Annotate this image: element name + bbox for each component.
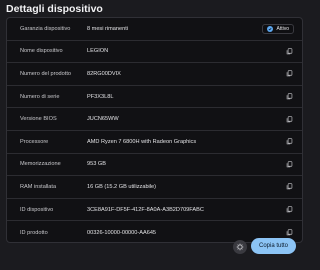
check-icon xyxy=(267,25,274,32)
details-card: Garanzia dispositivo 8 mesi rimanenti At… xyxy=(6,17,303,243)
status-badge[interactable]: Attivo xyxy=(262,23,294,34)
row-installed-ram: RAM installata 16 GB (15.2 GB utilizzabi… xyxy=(7,176,302,199)
row-value: 8 mesi rimanenti xyxy=(87,25,129,32)
row-value: 00326-10000-00000-AA645 xyxy=(87,229,157,236)
row-label: Processore xyxy=(20,138,49,145)
row-bios-version: Versione BIOS JUCN65WW xyxy=(7,108,302,131)
gear-icon[interactable] xyxy=(233,240,247,254)
page-title: Dettagli dispositivo xyxy=(6,3,103,15)
row-value: 953 GB xyxy=(87,161,106,168)
status-badge-label: Attivo xyxy=(276,25,289,32)
row-device-id: ID dispositivo 3CE8A91F-DF5F-412F-8A0A-A… xyxy=(7,199,302,222)
copy-icon[interactable] xyxy=(284,137,294,147)
copy-all-button[interactable]: Copia tutto xyxy=(251,238,296,254)
row-value: 16 GB (15.2 GB utilizzabile) xyxy=(87,183,157,190)
row-device-name: Nome dispositivo LEGION xyxy=(7,41,302,64)
row-value: 3CE8A91F-DF5F-412F-8A0A-A3B2D709FABC xyxy=(87,206,204,213)
device-details-page: Dettagli dispositivo Garanzia dispositiv… xyxy=(0,0,309,270)
copy-icon[interactable] xyxy=(284,205,294,215)
row-label: Nome dispositivo xyxy=(20,48,63,55)
copy-icon[interactable] xyxy=(284,114,294,124)
copy-icon[interactable] xyxy=(284,182,294,192)
copy-icon[interactable] xyxy=(284,46,294,56)
row-warranty: Garanzia dispositivo 8 mesi rimanenti At… xyxy=(7,18,302,41)
row-label: Garanzia dispositivo xyxy=(20,25,71,32)
row-value: PF3X3L8L xyxy=(87,93,114,100)
row-label: Memorizzazione xyxy=(20,161,61,168)
row-label: ID dispositivo xyxy=(20,206,54,213)
row-value: LEGION xyxy=(87,48,109,55)
row-label: RAM installata xyxy=(20,183,57,190)
copy-icon[interactable] xyxy=(284,159,294,169)
row-serial-number: Numero di serie PF3X3L8L xyxy=(7,86,302,109)
row-product-number: Numero del prodotto 82RG00DVIX xyxy=(7,63,302,86)
row-value: AMD Ryzen 7 6800H with Radeon Graphics xyxy=(87,138,197,145)
copy-icon[interactable] xyxy=(284,92,294,102)
row-label: ID prodotto xyxy=(20,229,48,236)
row-label: Versione BIOS xyxy=(20,116,57,123)
row-label: Numero del prodotto xyxy=(20,70,71,77)
footer: Copia tutto xyxy=(0,236,309,260)
row-value: JUCN65WW xyxy=(87,116,119,123)
row-processor: Processore AMD Ryzen 7 6800H with Radeon… xyxy=(7,131,302,154)
row-label: Numero di serie xyxy=(20,93,60,100)
row-value: 82RG00DVIX xyxy=(87,70,121,77)
copy-icon[interactable] xyxy=(284,69,294,79)
row-storage: Memorizzazione 953 GB xyxy=(7,154,302,177)
